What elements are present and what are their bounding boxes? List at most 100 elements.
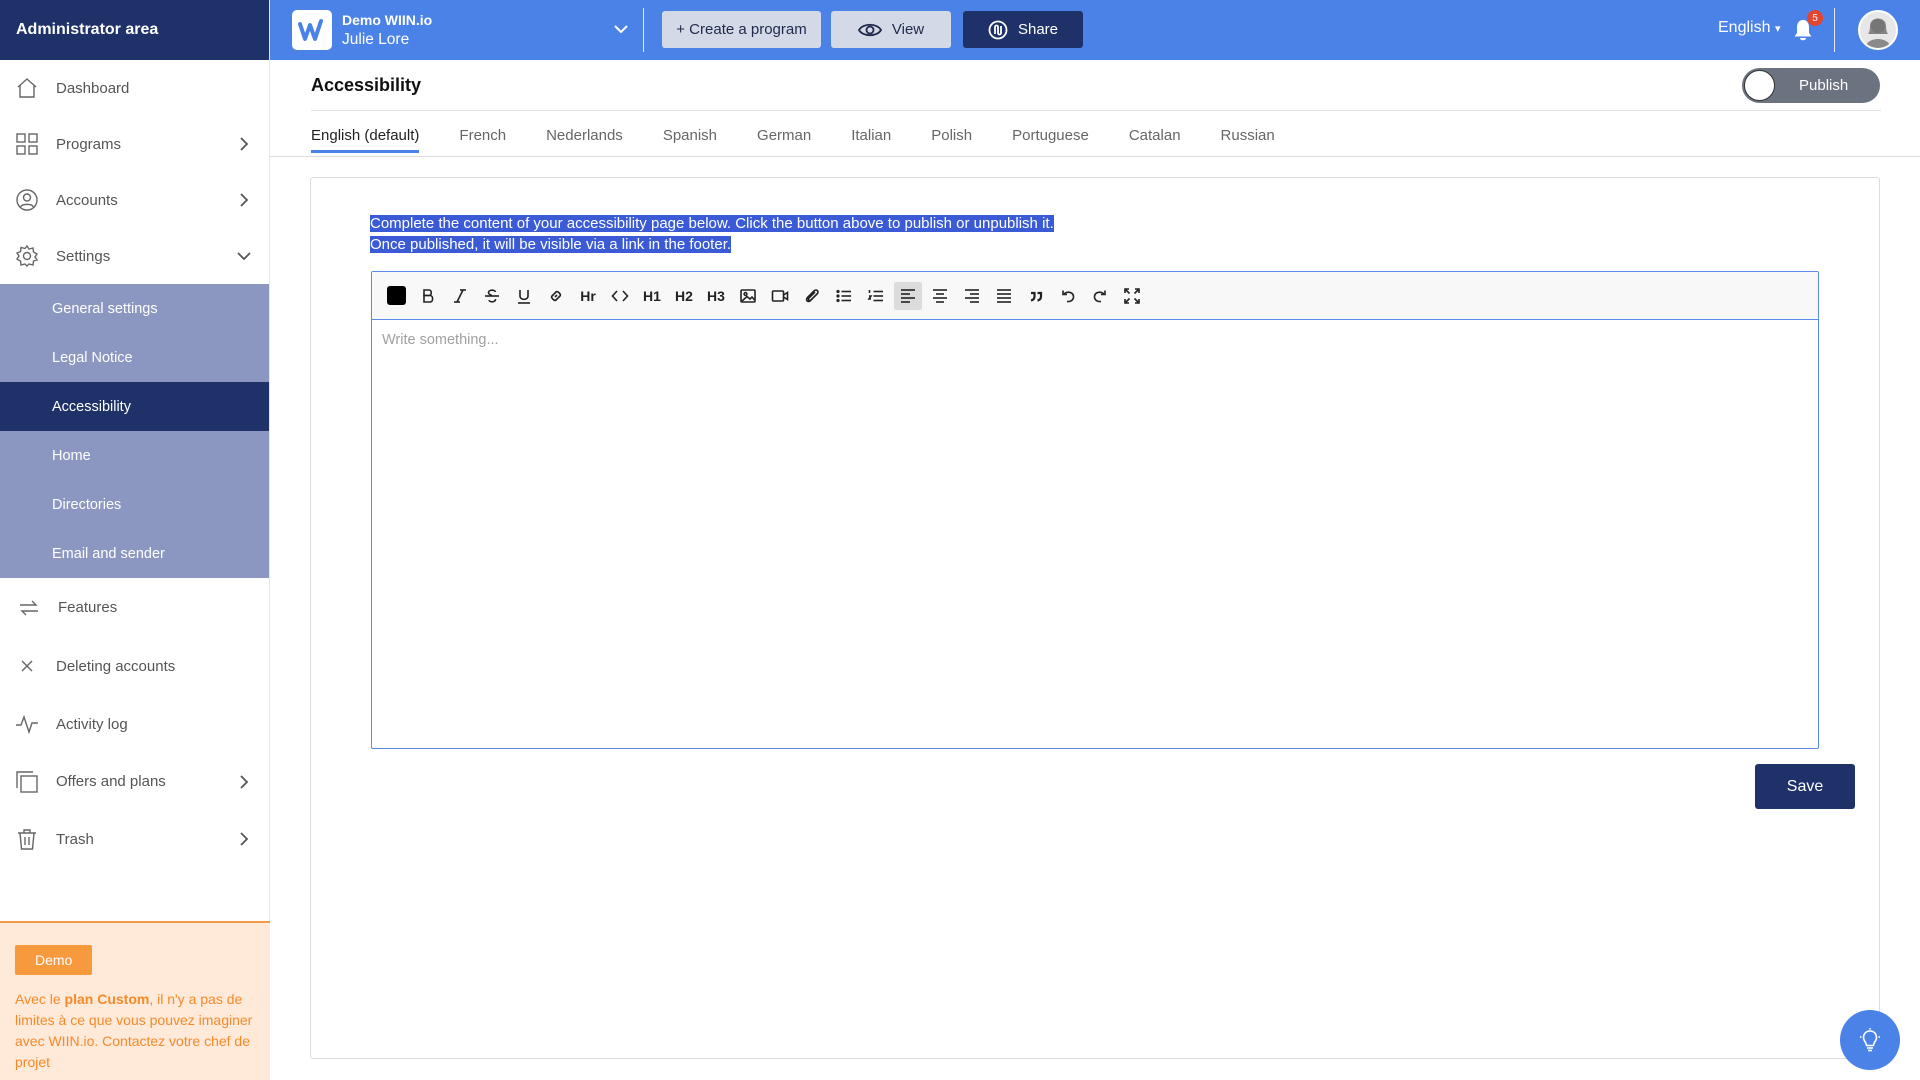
language-tabs: English (default) French Nederlands Span… [311, 127, 1315, 153]
submenu-item-home[interactable]: Home [0, 431, 269, 480]
submenu-item-email-and-sender[interactable]: Email and sender [0, 529, 269, 578]
tab-portuguese[interactable]: Portuguese [1012, 127, 1089, 153]
image-icon [740, 288, 756, 303]
promo-plan-link[interactable]: plan Custom [65, 991, 150, 1007]
view-button-label: View [891, 21, 925, 38]
redo-button[interactable] [1086, 282, 1114, 310]
home-icon [14, 75, 40, 101]
align-left-button[interactable] [894, 281, 922, 310]
sidebar-item-label: Trash [56, 830, 94, 848]
submenu-item-general-settings[interactable]: General settings [0, 284, 269, 333]
heading-2-button[interactable]: H2 [670, 282, 698, 310]
organization-switcher[interactable]: Demo WIIN.io Julie Lore [292, 10, 432, 50]
color-swatch-icon [386, 286, 406, 305]
tab-spanish[interactable]: Spanish [663, 127, 717, 153]
share-button-label: Share [1017, 21, 1059, 38]
numbered-list-button[interactable] [862, 282, 890, 310]
sidebar-item-label: Dashboard [56, 79, 130, 97]
align-center-button[interactable] [926, 282, 954, 310]
save-button[interactable]: Save [1755, 764, 1855, 809]
strikethrough-icon [485, 288, 499, 303]
attachment-button[interactable] [798, 282, 826, 310]
publish-toggle[interactable]: Publish [1742, 68, 1880, 103]
text-color-button[interactable] [382, 282, 410, 310]
numbered-list-icon [867, 289, 883, 301]
create-program-button[interactable]: + Create a program [662, 11, 821, 48]
chevron-down-icon [237, 249, 251, 263]
divider [643, 8, 644, 52]
chevron-down-icon[interactable] [612, 20, 630, 38]
video-button[interactable] [766, 282, 794, 310]
sidebar-item-label: Programs [56, 135, 122, 153]
sidebar-item-programs[interactable]: Programs [0, 116, 269, 172]
bold-button[interactable] [414, 282, 442, 310]
submenu-item-accessibility[interactable]: Accessibility [0, 382, 269, 431]
justify-button[interactable] [990, 282, 1018, 310]
strikethrough-button[interactable] [478, 282, 506, 310]
share-button[interactable]: Share [963, 11, 1083, 48]
submenu-item-legal-notice[interactable]: Legal Notice [0, 333, 269, 382]
video-icon [771, 289, 789, 302]
tab-russian[interactable]: Russian [1221, 127, 1275, 153]
heading-1-button[interactable]: H1 [638, 282, 666, 310]
close-icon [14, 653, 40, 679]
sidebar-item-activity-log[interactable]: Activity log [0, 695, 269, 753]
horizontal-rule-button[interactable]: Hr [574, 282, 602, 310]
code-button[interactable] [606, 282, 634, 310]
sidebar-item-offers-and-plans[interactable]: Offers and plans [0, 753, 269, 810]
trash-icon [14, 826, 40, 852]
tab-french[interactable]: French [459, 127, 506, 153]
intro-text: Complete the content of your accessibili… [370, 213, 1054, 255]
link-button[interactable] [542, 282, 570, 310]
undo-button[interactable] [1054, 282, 1082, 310]
submenu-item-directories[interactable]: Directories [0, 480, 269, 529]
intro-line-1: Complete the content of your accessibili… [370, 215, 1054, 232]
sidebar-item-deleting-accounts[interactable]: Deleting accounts [0, 637, 269, 695]
intro-line-2: Once published, it will be visible via a… [370, 236, 732, 253]
sidebar-item-features[interactable]: Features [0, 578, 269, 637]
image-button[interactable] [734, 282, 762, 310]
caret-down-icon: ▾ [1774, 23, 1781, 35]
sidebar-item-settings[interactable]: Settings [0, 228, 269, 284]
view-button[interactable]: View [831, 11, 951, 48]
sidebar-header: Administrator area [0, 0, 269, 60]
divider [311, 110, 1881, 111]
underline-button[interactable] [510, 282, 538, 310]
language-selector[interactable]: English ▾ [1718, 19, 1780, 37]
link-icon [550, 290, 562, 301]
demo-badge[interactable]: Demo [15, 945, 93, 975]
align-right-icon [965, 288, 979, 303]
heading-3-button[interactable]: H3 [702, 282, 730, 310]
share-icon [988, 20, 1008, 39]
align-center-icon [933, 288, 947, 303]
bold-icon [423, 288, 434, 303]
notification-count-badge: 5 [1807, 10, 1823, 26]
layers-icon [14, 769, 40, 795]
tab-english[interactable]: English (default) [311, 127, 420, 153]
content-card: Complete the content of your accessibili… [310, 177, 1880, 1059]
fullscreen-button[interactable] [1118, 282, 1146, 310]
tab-italian[interactable]: Italian [851, 127, 891, 153]
grid-icon [14, 131, 40, 157]
sidebar: Administrator area Dashboard Programs Ac… [0, 0, 270, 1080]
tab-catalan[interactable]: Catalan [1129, 127, 1181, 153]
help-button[interactable] [1840, 1010, 1900, 1070]
sidebar-item-dashboard[interactable]: Dashboard [0, 60, 269, 116]
editor-toolbar: Hr H1 H2 H3 [372, 272, 1818, 320]
publish-toggle-label: Publish [1799, 77, 1849, 94]
sidebar-item-accounts[interactable]: Accounts [0, 172, 269, 228]
tab-german[interactable]: German [757, 127, 811, 153]
tab-nederlands[interactable]: Nederlands [546, 127, 623, 153]
italic-button[interactable] [446, 282, 474, 310]
bullet-list-button[interactable] [830, 282, 858, 310]
sidebar-item-trash[interactable]: Trash [0, 810, 269, 868]
avatar[interactable] [1858, 10, 1898, 50]
editor-placeholder[interactable]: Write something... [382, 332, 499, 348]
divider [1834, 8, 1835, 52]
tab-polish[interactable]: Polish [931, 127, 972, 153]
chevron-right-icon [237, 193, 251, 207]
sidebar-item-label: Settings [56, 247, 111, 265]
blockquote-button[interactable] [1022, 282, 1050, 310]
gear-icon [14, 243, 40, 269]
align-right-button[interactable] [958, 282, 986, 310]
